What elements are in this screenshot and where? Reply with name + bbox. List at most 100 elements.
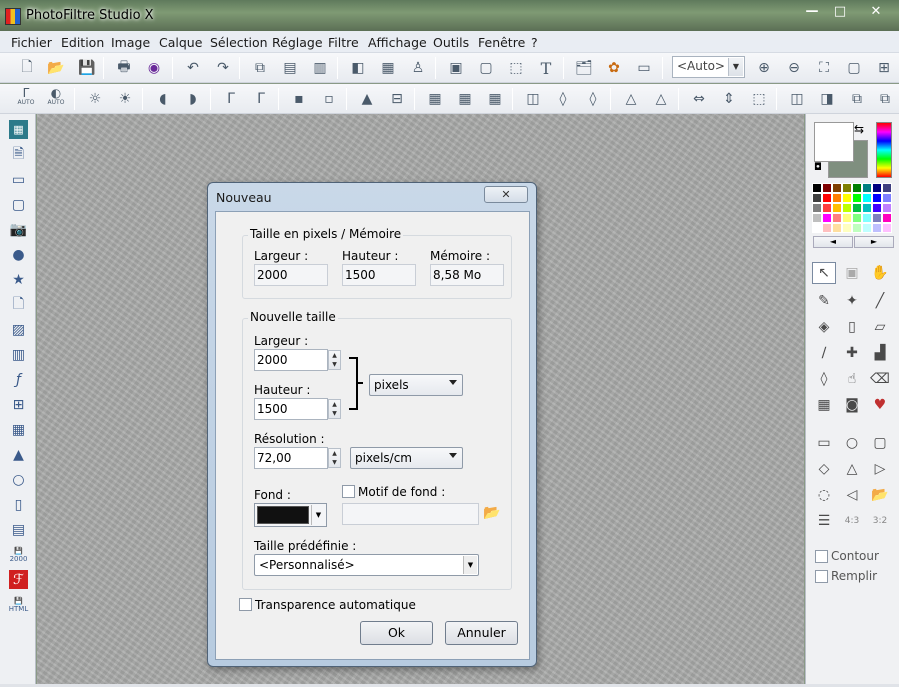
copy-icon[interactable]: ⧉	[248, 56, 272, 80]
brush-advanced-icon[interactable]: ✚	[840, 342, 864, 364]
drop-icon[interactable]: ◊	[551, 87, 575, 111]
stepper-up-icon[interactable]: ▲	[329, 449, 340, 458]
blur-drop-icon[interactable]: ◊	[812, 368, 836, 390]
frame-icon[interactable]: ▢	[9, 195, 28, 214]
smudge-icon[interactable]: ☝	[840, 368, 864, 390]
undo-icon[interactable]: ↶	[181, 56, 205, 80]
palette-color-cell[interactable]	[822, 213, 832, 223]
grid-icon[interactable]: ⊞	[9, 395, 28, 414]
resize-icon[interactable]: ⧉	[845, 87, 869, 111]
palette-color-cell[interactable]	[872, 203, 882, 213]
palette-color-cell[interactable]	[882, 193, 892, 203]
palette-color-cell[interactable]	[812, 193, 822, 203]
paste-icon[interactable]: ▤	[278, 56, 302, 80]
palette-color-cell[interactable]	[842, 203, 852, 213]
close-window-button[interactable]: ✕	[861, 4, 891, 22]
menu-reglage[interactable]: Réglage	[272, 35, 323, 50]
palette-color-cell[interactable]	[882, 203, 892, 213]
palette-color-cell[interactable]	[852, 213, 862, 223]
palette-color-cell[interactable]	[822, 193, 832, 203]
menu-edition[interactable]: Edition	[61, 35, 104, 50]
flip-v-icon[interactable]: ⇕	[717, 87, 741, 111]
transparence-checkbox[interactable]	[239, 598, 252, 611]
texture-icon[interactable]: ▨	[9, 320, 28, 339]
palette-color-cell[interactable]	[852, 203, 862, 213]
eyedropper-icon[interactable]: ✎	[812, 290, 836, 312]
brightness-minus-icon[interactable]: ☼	[83, 87, 107, 111]
rectangle-select-icon[interactable]: ▭	[812, 432, 836, 454]
palette-color-cell[interactable]	[822, 223, 832, 233]
palette-color-cell[interactable]	[842, 183, 852, 193]
actual-size-icon[interactable]: ▢	[842, 56, 866, 80]
clone-icon[interactable]: ⌫	[868, 368, 892, 390]
palette-color-cell[interactable]	[882, 213, 892, 223]
rotate2-icon[interactable]: ◨	[815, 87, 839, 111]
remplir-checkbox[interactable]	[815, 570, 828, 583]
diamond-select-icon[interactable]: ◇	[812, 458, 836, 480]
open-folder-icon[interactable]: 📂	[44, 56, 68, 80]
calculator-icon[interactable]: ▦	[9, 120, 28, 139]
sharpen-more-icon[interactable]: △	[649, 87, 673, 111]
open-folder-icon[interactable]: 📂	[483, 505, 500, 521]
canvas-size-icon[interactable]: ⧉	[873, 87, 897, 111]
palette-color-cell[interactable]	[862, 223, 872, 233]
filter4-icon[interactable]: ◫	[521, 87, 545, 111]
triangle-select-icon[interactable]: △	[840, 458, 864, 480]
fond-color-picker[interactable]: ▼	[254, 503, 327, 527]
sphere-icon[interactable]: ●	[9, 245, 28, 264]
save-2000-icon[interactable]: 💾 2000	[9, 545, 28, 564]
zoom-select[interactable]: <Auto> ▼	[672, 56, 745, 78]
fit-icon[interactable]: ⛶	[812, 56, 836, 80]
rounded-rect-select-icon[interactable]: ▢	[868, 432, 892, 454]
drops-icon[interactable]: ◊	[581, 87, 605, 111]
balance-icon[interactable]: ⊟	[385, 87, 409, 111]
menu-fenetre[interactable]: Fenêtre	[478, 35, 525, 50]
hue-bar[interactable]	[876, 122, 892, 178]
layer2-icon[interactable]: ▢	[474, 56, 498, 80]
palette-color-cell[interactable]	[842, 193, 852, 203]
red-eye-icon[interactable]: ◙	[840, 394, 864, 416]
gamma-plus-icon[interactable]: Γ	[249, 87, 273, 111]
stepper-down-icon[interactable]: ▼	[329, 458, 340, 467]
gamma-minus-icon[interactable]: Γ	[219, 87, 243, 111]
filter1-icon[interactable]: ▦	[423, 87, 447, 111]
resolution-unit-select[interactable]: pixels/cm	[350, 447, 463, 469]
palette-color-cell[interactable]	[832, 193, 842, 203]
palette-color-cell[interactable]	[862, 203, 872, 213]
circle-icon[interactable]: ○	[9, 470, 28, 489]
histogram-panel-icon[interactable]: ▲	[9, 445, 28, 464]
menu-selection[interactable]: Sélection	[210, 35, 268, 50]
motif-checkbox[interactable]	[342, 485, 355, 498]
hand-tool-icon[interactable]: ✋	[868, 262, 892, 284]
preset-select[interactable]: <Personnalisé> ▼	[254, 554, 479, 576]
menu-help[interactable]: ?	[531, 35, 538, 50]
palette-color-cell[interactable]	[842, 223, 852, 233]
palette-color-cell[interactable]	[862, 193, 872, 203]
plugin-icon[interactable]: ✿	[602, 56, 626, 80]
palette-color-cell[interactable]	[812, 213, 822, 223]
palette-color-cell[interactable]	[852, 193, 862, 203]
heart-icon[interactable]: ♥	[868, 394, 892, 416]
menu-fichier[interactable]: Fichier	[11, 35, 52, 50]
redo-icon[interactable]: ↷	[211, 56, 235, 80]
width-stepper[interactable]: ▲ ▼	[328, 350, 341, 370]
contrast-plus-icon[interactable]: ◗	[181, 87, 205, 111]
palette-color-cell[interactable]	[822, 183, 832, 193]
stepper-down-icon[interactable]: ▼	[329, 360, 340, 369]
stepper-up-icon[interactable]: ▲	[329, 351, 340, 360]
open-selection-icon[interactable]: 📂	[868, 484, 892, 506]
scanner-icon[interactable]: ◉	[142, 56, 166, 80]
fill-tool-icon[interactable]: ◈	[812, 316, 836, 338]
unit-select[interactable]: pixels	[369, 374, 463, 396]
book-icon[interactable]: ▯	[9, 495, 28, 514]
mosaic-icon[interactable]: ▦	[9, 420, 28, 439]
chevron-down-icon[interactable]: ▼	[728, 58, 743, 76]
fullscreen-icon[interactable]: ⊞	[872, 56, 896, 80]
height-input[interactable]: 1500	[254, 398, 328, 420]
gradient-panel-icon[interactable]: ▥	[9, 345, 28, 364]
pattern-icon[interactable]: ▦	[376, 56, 400, 80]
menu-calque[interactable]: Calque	[159, 35, 202, 50]
resolution-stepper[interactable]: ▲ ▼	[328, 448, 341, 468]
contrast-minus-icon[interactable]: ◖	[151, 87, 175, 111]
default-colors-icon[interactable]: ◘	[814, 162, 822, 173]
